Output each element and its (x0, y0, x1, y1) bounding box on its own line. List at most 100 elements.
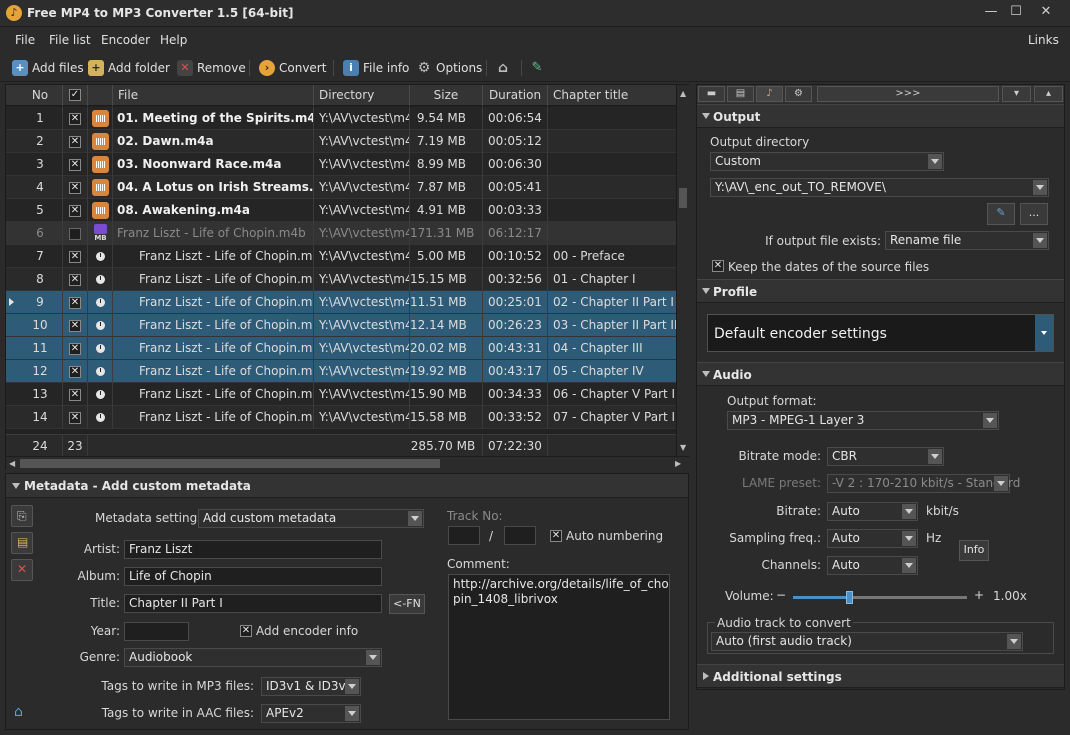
row-check-cell[interactable]: ✕ (63, 245, 88, 268)
menu-help[interactable]: Help (160, 33, 187, 47)
additional-settings-header[interactable]: Additional settings (697, 664, 1064, 688)
mp3-tags-select[interactable]: ID3v1 & ID3v2 (261, 677, 361, 696)
output-directory-mode-select[interactable]: Custom (710, 152, 944, 171)
volume-slider[interactable] (793, 591, 967, 604)
tab-more[interactable]: >>> (817, 86, 999, 102)
table-row[interactable]: 1 ✕ 01. Meeting of the Spirits.m4a Y:\AV\vc… (6, 107, 676, 130)
check-all-checkbox[interactable]: ✓ (69, 89, 81, 101)
bitrate-select[interactable]: Auto (827, 502, 918, 521)
chevron-down-icon[interactable] (902, 531, 916, 546)
table-row[interactable]: 3 ✕ 03. Noonward Race.m4a Y:\AV\vctest\m4a 8… (6, 153, 676, 176)
add-folder-button[interactable]: + Add folder (88, 58, 170, 78)
chevron-down-icon[interactable] (1035, 315, 1053, 351)
table-row[interactable]: 4 ✕ 04. A Lotus on Irish Streams.m4aY:\AV\… (6, 176, 676, 199)
table-row[interactable]: 13 ✕ Franz Liszt - Life of Chopin.m4b Y:\AV… (6, 383, 676, 406)
metadata-header[interactable]: Metadata - Add custom metadata (6, 474, 688, 498)
tab-audio[interactable]: ♪ (756, 86, 783, 102)
clear-metadata-button[interactable]: ✕ (11, 559, 33, 581)
table-row[interactable]: 7 ✕ Franz Liszt - Life of Chopin.m4b Y:\AV\… (6, 245, 676, 268)
tab-settings[interactable]: ⚙ (785, 86, 812, 102)
chevron-down-icon[interactable] (1033, 180, 1047, 195)
auto-numbering-checkbox[interactable]: ✕ (550, 530, 562, 542)
row-check-cell[interactable]: ✕ (63, 360, 88, 383)
scroll-left-icon[interactable]: ◀ (9, 459, 15, 468)
row-checkbox[interactable]: ✕ (69, 136, 81, 148)
header-no[interactable]: No (18, 85, 63, 106)
chevron-down-icon[interactable] (928, 154, 942, 169)
header-duration[interactable]: Duration (483, 85, 548, 106)
row-checkbox[interactable]: ✕ (69, 182, 81, 194)
row-check-cell[interactable] (63, 222, 88, 245)
menu-file[interactable]: File (15, 33, 35, 47)
table-row[interactable]: 11 ✕ Franz Liszt - Life of Chopin.m4b Y:\AV… (6, 337, 676, 360)
pin-button[interactable]: ✎ (529, 58, 545, 78)
table-row[interactable]: 8 ✕ Franz Liszt - Life of Chopin.m4b Y:\AV\… (6, 268, 676, 291)
info-button[interactable]: Info (959, 540, 989, 561)
chevron-down-icon[interactable] (994, 476, 1008, 491)
title-from-filename-button[interactable]: <-FN (389, 594, 425, 614)
chevron-down-icon[interactable] (345, 679, 359, 694)
collapse-all-button[interactable]: ▾ (1002, 86, 1031, 102)
row-checkbox[interactable]: ✕ (69, 113, 81, 125)
collapse-icon[interactable] (12, 483, 20, 489)
tab-document[interactable]: ▤ (727, 86, 754, 102)
chevron-down-icon[interactable] (1033, 233, 1047, 248)
output-directory-path-select[interactable]: Y:\AV\_enc_out_TO_REMOVE\ (710, 178, 1049, 197)
header-size[interactable]: Size (410, 85, 483, 106)
chevron-down-icon[interactable] (366, 650, 380, 665)
row-checkbox[interactable]: ✕ (69, 159, 81, 171)
audio-section-header[interactable]: Audio (697, 362, 1064, 386)
keep-dates-checkbox[interactable]: ✕ (712, 260, 724, 272)
row-check-cell[interactable]: ✕ (63, 268, 88, 291)
output-section-header[interactable]: Output (697, 104, 1064, 128)
year-field[interactable] (124, 622, 189, 641)
sampling-select[interactable]: Auto (827, 529, 918, 548)
row-check-cell[interactable]: ✕ (63, 199, 88, 222)
bitrate-mode-select[interactable]: CBR (827, 447, 944, 466)
convert-button[interactable]: › Convert (259, 58, 326, 78)
file-info-button[interactable]: i File info (343, 58, 409, 78)
volume-increase-button[interactable]: + (974, 588, 984, 602)
remove-button[interactable]: ✕ Remove (177, 58, 246, 78)
hscroll-thumb[interactable] (20, 459, 440, 468)
chevron-down-icon[interactable] (928, 449, 942, 464)
row-checkbox[interactable]: ✕ (69, 251, 81, 263)
if-exists-select[interactable]: Rename file (885, 231, 1049, 250)
header-check-all[interactable]: ✓ (63, 85, 88, 106)
profile-select[interactable]: Default encoder settings (707, 314, 1054, 352)
tag-icon[interactable]: ⌂ (14, 704, 23, 720)
channels-select[interactable]: Auto (827, 556, 918, 575)
row-check-cell[interactable]: ✕ (63, 176, 88, 199)
add-encoder-info-checkbox[interactable]: ✕ (240, 625, 252, 637)
table-row[interactable]: 14 ✕ Franz Liszt - Life of Chopin.m4b Y:\AV… (6, 406, 676, 429)
table-row[interactable]: 12 ✕ Franz Liszt - Life of Chopin.m4b Y:\AV… (6, 360, 676, 383)
genre-select[interactable]: Audiobook (124, 648, 382, 667)
row-check-cell[interactable]: ✕ (63, 383, 88, 406)
chevron-down-icon[interactable] (1007, 634, 1021, 649)
add-files-button[interactable]: + Add files (12, 58, 84, 78)
row-checkbox[interactable]: ✕ (69, 412, 81, 424)
row-check-cell[interactable]: ✕ (63, 130, 88, 153)
header-directory[interactable]: Directory (314, 85, 410, 106)
aac-tags-select[interactable]: APEv2 (261, 704, 361, 723)
copy-metadata-button[interactable]: ⎘ (11, 505, 33, 527)
scroll-thumb[interactable] (679, 188, 687, 208)
output-format-select[interactable]: MP3 - MPEG-1 Layer 3 (727, 411, 999, 430)
artist-field[interactable]: Franz Liszt (124, 540, 382, 559)
audio-track-select[interactable]: Auto (first audio track) (711, 632, 1023, 651)
table-row[interactable]: 5 ✕ 08. Awakening.m4a Y:\AV\vctest\m4a 4.91 … (6, 199, 676, 222)
comment-field[interactable]: http://archive.org/details/life_of_chopi… (448, 574, 670, 720)
table-row[interactable]: 10 ✕ Franz Liszt - Life of Chopin.m4b Y:\AV… (6, 314, 676, 337)
chevron-down-icon[interactable] (902, 558, 916, 573)
chevron-down-icon[interactable] (408, 511, 422, 526)
row-checkbox[interactable]: ✕ (69, 274, 81, 286)
vertical-scrollbar[interactable]: ▲ ▼ (676, 85, 689, 456)
row-checkbox[interactable]: ✕ (69, 343, 81, 355)
row-check-cell[interactable]: ✕ (63, 107, 88, 130)
scroll-up-icon[interactable]: ▲ (680, 89, 686, 98)
profile-section-header[interactable]: Profile (697, 279, 1064, 303)
browse-button[interactable]: ... (1020, 203, 1048, 225)
table-row[interactable]: 6 MB Franz Liszt - Life of Chopin.m4b Y:\AV… (6, 222, 676, 245)
row-check-cell[interactable]: ✕ (63, 314, 88, 337)
metadata-settings-select[interactable]: Add custom metadata (198, 509, 424, 528)
